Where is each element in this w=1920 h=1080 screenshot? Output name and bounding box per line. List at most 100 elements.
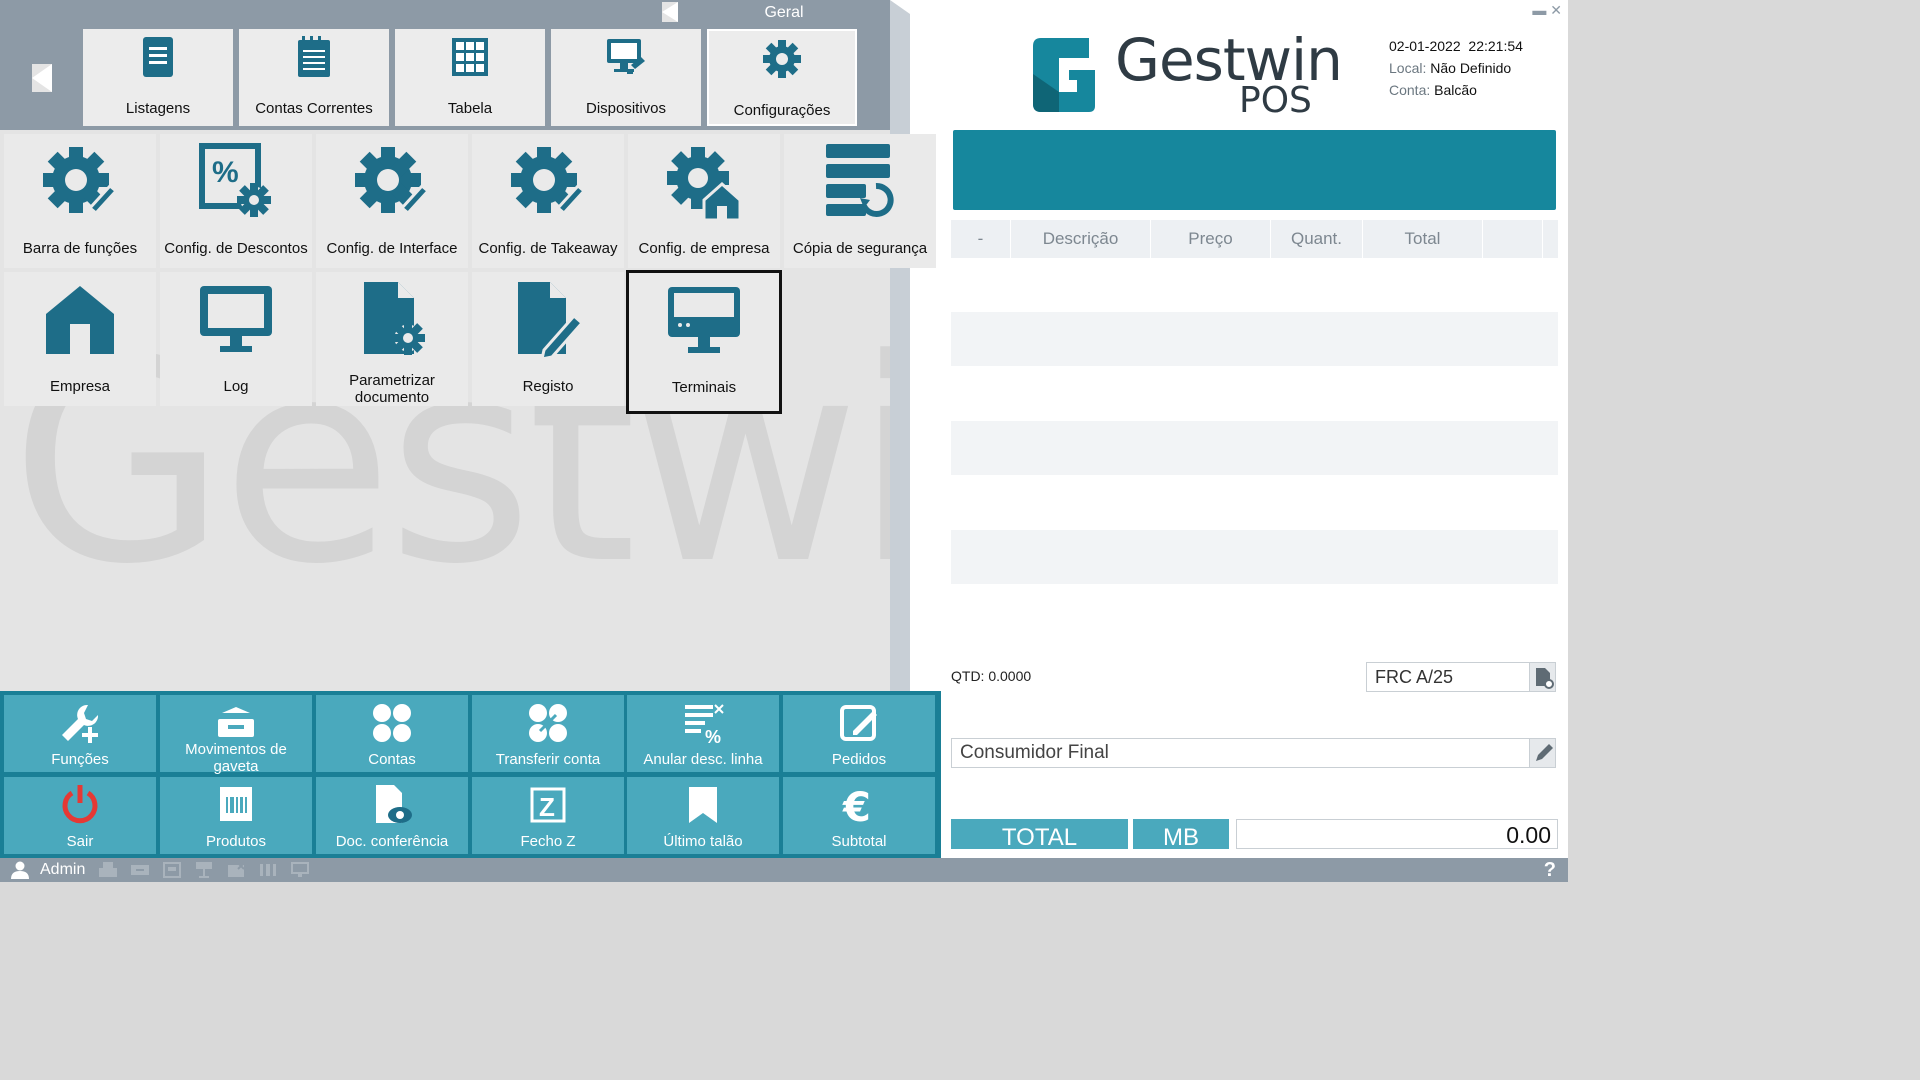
monitor-plug-icon [607, 39, 645, 74]
table-row[interactable] [951, 421, 1558, 475]
column-header: Preço [1151, 220, 1271, 258]
customer-value: Consumidor Final [960, 742, 1109, 763]
tile-barra-de-funcoes[interactable]: Barra de funções [4, 134, 156, 268]
tab-configuracoes[interactable]: Configurações [707, 29, 857, 126]
document-pen-icon [518, 282, 585, 360]
subtotal-button[interactable]: € Subtotal [783, 777, 935, 854]
document-type-field[interactable]: FRC A/25 [1366, 662, 1556, 692]
tile-config-empresa[interactable]: Config. de empresa [628, 134, 780, 268]
left-pane: Gestwin Geral Listagens Contas Correntes… [0, 0, 941, 858]
wrench-plus-icon [62, 704, 99, 743]
tile-copia-seguranca[interactable]: Cópia de segurança [784, 134, 936, 268]
z-box-icon: Z [530, 787, 566, 823]
monitor-status-icon[interactable] [290, 861, 310, 879]
contas-button[interactable]: Contas [316, 695, 468, 772]
cancel-discount-icon: % [685, 704, 724, 745]
column-header: - [951, 220, 1011, 258]
tab-label: Contas Correntes [255, 100, 373, 117]
document-select-button[interactable] [1529, 663, 1555, 691]
edit-square-icon [840, 705, 877, 741]
tile-config-interface[interactable]: Config. de Interface [316, 134, 468, 268]
tile-config-descontos[interactable]: % Config. de Descontos [160, 134, 312, 268]
gear-brush-icon [511, 147, 587, 216]
ultimo-talao-button[interactable]: Último talão [627, 777, 779, 854]
user-icon [11, 861, 29, 879]
session-info: 02-01-2022 22:21:54 Local: Não Definido … [1389, 35, 1523, 101]
prev-group-arrow-icon[interactable] [662, 2, 678, 22]
document-type-value: FRC A/25 [1375, 667, 1454, 687]
edit-customer-button[interactable] [1529, 739, 1555, 767]
document-eye-icon [376, 785, 412, 823]
tile-label: Log [223, 378, 249, 395]
ticket-table-header: - Descrição Preço Quant. Total [951, 220, 1558, 258]
terminal-monitor-icon [668, 287, 740, 353]
tab-listagens[interactable]: Listagens [83, 29, 233, 126]
gear-icon [763, 40, 801, 78]
cash-drawer-status-icon[interactable] [130, 861, 150, 879]
tab-label: Configurações [733, 102, 831, 119]
tile-parametrizar-documento[interactable]: Parametrizar documento [316, 272, 468, 406]
tile-label: Barra de funções [22, 240, 138, 257]
total-value: 0.00 [1236, 819, 1558, 849]
tile-registo[interactable]: Registo [472, 272, 624, 406]
function-label: Anular desc. linha [643, 751, 763, 768]
function-label: Movimentos de gaveta [185, 741, 287, 775]
prev-tabs-arrow-icon[interactable] [32, 64, 52, 92]
movimentos-gaveta-button[interactable]: Movimentos de gaveta [160, 695, 312, 775]
tab-tabela[interactable]: Tabela [395, 29, 545, 126]
quantity-readout: QTD: 0.0000 [951, 668, 1032, 684]
svg-text:€: € [842, 785, 871, 827]
customer-field[interactable]: Consumidor Final [951, 738, 1556, 768]
function-label: Fecho Z [520, 833, 576, 850]
printer-icon[interactable] [98, 861, 118, 879]
scale-icon[interactable] [162, 861, 182, 879]
tab-dispositivos[interactable]: Dispositivos [551, 29, 701, 126]
notepad-icon [298, 36, 330, 77]
function-label: Último talão [663, 833, 743, 850]
minimize-icon[interactable]: ▬ [1532, 2, 1546, 18]
anular-desc-linha-button[interactable]: % Anular desc. linha [627, 695, 779, 772]
payment-method-button[interactable]: MB [1133, 819, 1229, 849]
tile-empresa[interactable]: Empresa [4, 272, 156, 406]
tile-label: Parametrizar documento [349, 372, 435, 406]
column-header: Quant. [1271, 220, 1363, 258]
produtos-button[interactable]: Produtos [160, 777, 312, 854]
session-time: 22:21:54 [1468, 38, 1523, 54]
tile-log[interactable]: Log [160, 272, 312, 406]
tab-contas-correntes[interactable]: Contas Correntes [239, 29, 389, 126]
list-document-icon [143, 37, 173, 77]
pole-display-icon[interactable] [194, 861, 214, 879]
category-nav: Geral Listagens Contas Correntes Tabela … [0, 0, 941, 858]
sair-button[interactable]: Sair [4, 777, 156, 854]
function-label: Contas [368, 751, 416, 768]
monitor-icon [200, 286, 272, 352]
tab-label: Dispositivos [585, 100, 667, 117]
function-label: Doc. conferência [335, 833, 449, 850]
tile-config-takeaway[interactable]: Config. de Takeaway [472, 134, 624, 268]
backup-restore-icon [826, 144, 894, 217]
card-terminal-icon[interactable] [226, 861, 246, 879]
status-bar: Admin ? [0, 858, 1568, 882]
brand-logo: Gestwin POS [1029, 26, 1343, 122]
funcoes-button[interactable]: Funções [4, 695, 156, 772]
table-row[interactable] [951, 530, 1558, 584]
barcode-box-icon [220, 787, 252, 821]
receipt-icon [689, 787, 717, 823]
transfer-circles-icon [529, 704, 567, 742]
ticket-pane: ▬ ✕ Gestwin POS 02-01-2022 22:21:54 Loca… [941, 0, 1568, 858]
close-icon[interactable]: ✕ [1550, 2, 1562, 18]
function-label: Sair [66, 833, 94, 850]
grid-table-icon [452, 38, 488, 76]
doc-conferencia-button[interactable]: Doc. conferência [316, 777, 468, 854]
tab-label: Listagens [125, 100, 191, 117]
tile-terminais[interactable]: Terminais [626, 270, 782, 414]
help-button[interactable]: ? [1544, 859, 1556, 882]
pos-app: Gestwin Geral Listagens Contas Correntes… [0, 0, 1568, 882]
table-row[interactable] [951, 312, 1558, 366]
transferir-conta-button[interactable]: Transferir conta [472, 695, 624, 772]
fecho-z-button[interactable]: Z Fecho Z [472, 777, 624, 854]
column-header: Descrição [1011, 220, 1151, 258]
barcode-scanner-icon[interactable] [258, 861, 278, 879]
pedidos-button[interactable]: Pedidos [783, 695, 935, 772]
display-banner [953, 130, 1556, 210]
